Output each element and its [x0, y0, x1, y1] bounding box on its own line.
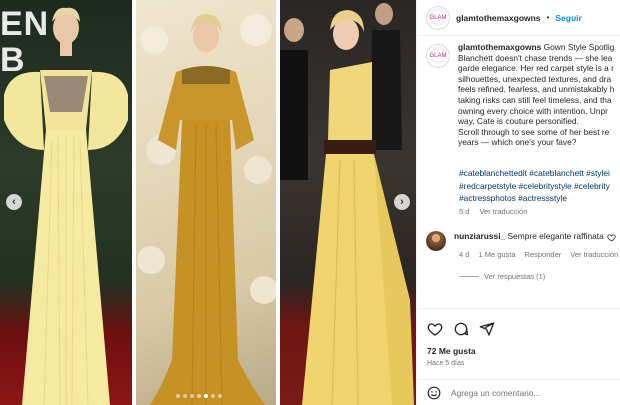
- actions-bar: 72 Me gusta Hace 5 días: [417, 308, 620, 405]
- comment-icon[interactable]: [453, 321, 469, 337]
- post-time: Hace 5 días: [427, 360, 465, 367]
- header-username[interactable]: glamtothemaxgowns: [456, 13, 541, 23]
- comment-item: nunziarussi_ Sempre elegante raffinata: [426, 231, 604, 251]
- likes-count[interactable]: 72 Me gusta: [427, 346, 476, 356]
- comment-meta: 4 d 1 Me gusta Responder Ver traducción: [459, 250, 618, 259]
- action-icons: [427, 321, 495, 337]
- post-sidebar: GLAM glamtothemaxgowns • Seguir GLAM gla…: [416, 0, 620, 405]
- carousel-dot[interactable]: [197, 394, 201, 398]
- comment-age: 4 d: [459, 250, 470, 259]
- caption-age: 5 d: [459, 207, 470, 216]
- view-replies-label: Ver respuestas (1): [484, 272, 546, 281]
- caption-meta: 5 d Ver traducción: [459, 207, 527, 216]
- carousel-next-button[interactable]: ›: [394, 194, 410, 210]
- comment-text: nunziarussi_ Sempre elegante raffinata: [454, 231, 604, 251]
- carousel-dot[interactable]: [211, 394, 215, 398]
- avatar[interactable]: GLAM: [426, 5, 450, 30]
- post-media-carousel[interactable]: EN B ‹ ›: [0, 0, 416, 405]
- carousel-dot[interactable]: [190, 394, 194, 398]
- logo-line-1: EN: [0, 5, 50, 43]
- comment-like-icon[interactable]: [607, 233, 616, 242]
- comment-body: Sempre elegante raffinata: [505, 231, 604, 241]
- carousel-dot[interactable]: [183, 394, 187, 398]
- post-header: GLAM glamtothemaxgowns • Seguir: [417, 0, 620, 36]
- carousel-photo-2: [136, 0, 276, 405]
- carousel-dot[interactable]: [218, 394, 222, 398]
- carousel-prev-button[interactable]: ‹: [6, 194, 22, 210]
- header-separator: •: [546, 13, 550, 22]
- heart-icon[interactable]: [427, 321, 443, 337]
- caption-translate-link[interactable]: Ver traducción: [479, 207, 527, 216]
- follow-button[interactable]: Seguir: [555, 13, 581, 23]
- comment-input[interactable]: [451, 388, 611, 398]
- share-icon[interactable]: [479, 321, 495, 337]
- replies-divider: [459, 276, 479, 277]
- comment-username[interactable]: nunziarussi_: [454, 231, 505, 241]
- commenter-avatar[interactable]: [426, 231, 446, 251]
- caption-hashtags[interactable]: #cateblanchettedit #cateblanchett #style…: [459, 167, 620, 205]
- comment-reply-button[interactable]: Responder: [525, 250, 562, 259]
- caption-username[interactable]: glamtothemaxgowns: [458, 42, 541, 52]
- photo-2-figure: [137, 14, 276, 405]
- view-replies-button[interactable]: Ver respuestas (1): [459, 272, 545, 281]
- comment-likes[interactable]: 1 Me gusta: [478, 250, 515, 259]
- caption-body: Gown Style Spotlig Blanchett doesn't cha…: [458, 42, 615, 148]
- carousel-dot[interactable]: [204, 394, 208, 398]
- caption-avatar[interactable]: GLAM: [426, 44, 450, 68]
- caption: GLAM glamtothemaxgowns Gown Style Spotli…: [426, 42, 620, 148]
- caption-text: glamtothemaxgowns Gown Style Spotlig Bla…: [458, 42, 620, 148]
- background-logo-text: EN B: [0, 6, 49, 78]
- comment-box: [417, 379, 620, 405]
- carousel-dot[interactable]: [176, 394, 180, 398]
- comment-translate-link[interactable]: Ver traducción: [570, 250, 618, 259]
- logo-line-2: B: [0, 41, 26, 79]
- carousel-dots: [176, 394, 222, 398]
- emoji-icon[interactable]: [427, 386, 441, 400]
